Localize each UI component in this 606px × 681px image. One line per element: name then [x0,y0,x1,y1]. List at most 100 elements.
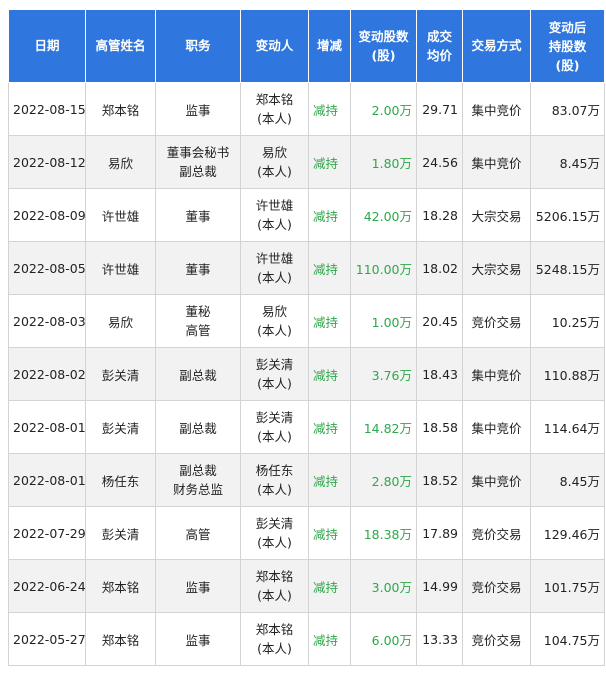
position-line1: 副总裁 [179,420,217,436]
changer-line1: 易欣 [261,304,287,319]
cell-position: 副总裁 [155,347,241,401]
cell-price: 13.33 [416,612,463,666]
position-line2: 高管 [185,323,211,338]
cell-name: 郑本铭 [85,559,156,613]
cell-shares-after: 8.45万 [530,135,605,189]
cell-position: 董事 [155,241,241,295]
cell-name: 彭关清 [85,347,156,401]
cell-price: 18.28 [416,188,463,242]
cell-price: 24.56 [416,135,463,189]
cell-shares-after: 101.75万 [530,559,605,613]
changer-line1: 郑本铭 [255,92,294,107]
cell-name: 彭关清 [85,506,156,560]
changer-line2: (本人) [257,323,292,338]
cell-shares-changed: 1.80万 [350,135,417,189]
header-shares-changed: 变动股数 (股) [350,9,417,83]
cell-method: 竞价交易 [462,294,531,348]
position-line2: 财务总监 [172,482,223,497]
table-row: 2022-08-02 彭关清 副总裁 彭关清 (本人) 减持 3.76万 18.43 集中竞价 1… [8,347,605,401]
cell-position: 高管 [155,506,241,560]
cell-shares-changed: 2.00万 [350,82,417,136]
table-row: 2022-08-03 易欣 董秘 高管 易欣 (本人) 减持 1.00万 20.45 竞价交易 10… [8,294,605,348]
cell-shares-after: 104.75万 [530,612,605,666]
header-shares-after-line1: 变动后 [548,19,587,35]
header-date: 日期 [8,9,86,83]
cell-changer: 杨任东 (本人) [240,453,309,507]
changer-line1: 许世雄 [255,198,294,213]
cell-shares-changed: 6.00万 [350,612,417,666]
cell-position: 董事 [155,188,241,242]
cell-changer: 易欣 (本人) [240,294,309,348]
changer-line1: 彭关清 [255,357,294,372]
cell-date: 2022-08-01 [8,400,86,454]
cell-price: 18.52 [416,453,463,507]
cell-changer: 易欣 (本人) [240,135,309,189]
changer-line1: 郑本铭 [255,622,294,637]
header-name: 高管姓名 [85,9,156,83]
cell-method: 集中竞价 [462,347,531,401]
cell-name: 许世雄 [85,241,156,295]
header-method: 交易方式 [462,9,531,83]
cell-price: 17.89 [416,506,463,560]
position-line1: 董秘 [185,304,211,319]
cell-shares-after: 10.25万 [530,294,605,348]
cell-price: 18.02 [416,241,463,295]
cell-date: 2022-08-05 [8,241,86,295]
header-changer: 变动人 [240,9,309,83]
cell-shares-after: 8.45万 [530,453,605,507]
cell-date: 2022-08-01 [8,453,86,507]
cell-changer: 彭关清 (本人) [240,506,309,560]
cell-changer: 彭关清 (本人) [240,400,309,454]
changer-line1: 易欣 [261,145,287,160]
cell-changer: 彭关清 (本人) [240,347,309,401]
cell-shares-after: 114.64万 [530,400,605,454]
changer-line2: (本人) [257,482,292,497]
cell-date: 2022-05-27 [8,612,86,666]
position-line1: 监事 [185,632,211,648]
cell-name: 许世雄 [85,188,156,242]
position-line1: 董事会秘书 [166,145,230,160]
cell-direction: 减持 [308,400,351,454]
table-row: 2022-08-09 许世雄 董事 许世雄 (本人) 减持 42.00万 18.28 大宗交易 5… [8,188,605,242]
position-line1: 董事 [185,261,211,277]
header-shares-after-line3: (股) [555,57,580,73]
cell-changer: 许世雄 (本人) [240,188,309,242]
cell-shares-changed: 2.80万 [350,453,417,507]
cell-price: 18.58 [416,400,463,454]
cell-direction: 减持 [308,506,351,560]
header-direction: 增减 [308,9,351,83]
cell-name: 杨任东 [85,453,156,507]
position-line1: 董事 [185,208,211,224]
table-row: 2022-05-27 郑本铭 监事 郑本铭 (本人) 减持 6.00万 13.33 竞价交易 10… [8,612,605,666]
cell-date: 2022-07-29 [8,506,86,560]
cell-date: 2022-08-09 [8,188,86,242]
cell-direction: 减持 [308,347,351,401]
cell-name: 彭关清 [85,400,156,454]
changer-line1: 杨任东 [255,463,294,478]
cell-date: 2022-06-24 [8,559,86,613]
position-line2: 副总裁 [179,164,217,179]
table-row: 2022-07-29 彭关清 高管 彭关清 (本人) 减持 18.38万 17.89 竞价交易 1… [8,506,605,560]
cell-direction: 减持 [308,612,351,666]
cell-changer: 许世雄 (本人) [240,241,309,295]
changer-line1: 许世雄 [255,251,294,266]
cell-direction: 减持 [308,294,351,348]
table-body: 2022-08-15 郑本铭 监事 郑本铭 (本人) 减持 2.00万 29.71 集中竞价 83… [8,82,605,666]
cell-shares-changed: 14.82万 [350,400,417,454]
cell-date: 2022-08-15 [8,82,86,136]
cell-position: 监事 [155,612,241,666]
changer-line2: (本人) [257,429,292,444]
cell-shares-changed: 3.00万 [350,559,417,613]
cell-method: 集中竞价 [462,135,531,189]
cell-method: 竞价交易 [462,559,531,613]
position-line1: 副总裁 [179,463,217,478]
cell-name: 易欣 [85,135,156,189]
cell-price: 20.45 [416,294,463,348]
cell-date: 2022-08-03 [8,294,86,348]
cell-shares-after: 5248.15万 [530,241,605,295]
cell-price: 29.71 [416,82,463,136]
cell-shares-changed: 3.76万 [350,347,417,401]
cell-date: 2022-08-02 [8,347,86,401]
cell-name: 易欣 [85,294,156,348]
changer-line1: 彭关清 [255,410,294,425]
